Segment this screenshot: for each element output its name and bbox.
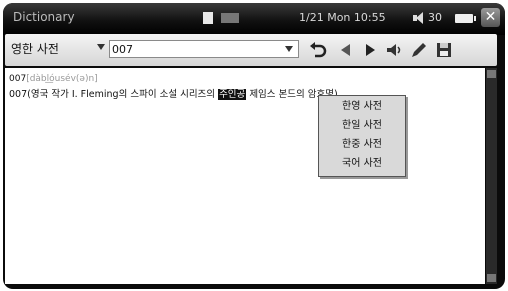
definition-text[interactable]: 007(영국 작가 I. Fleming의 스파이 소설 시리즈의 주인공 제임… [9, 86, 338, 100]
save-icon[interactable] [433, 39, 455, 61]
chevron-down-icon[interactable] [97, 44, 105, 50]
chevron-down-icon[interactable] [285, 46, 293, 52]
device-screen: Dictionary 1/21 Mon 10:55 30 ✕ 영한 사전 007… [3, 3, 505, 289]
menu-item-korean-dictionary[interactable]: 국어 사전 [319, 155, 405, 173]
play-icon[interactable] [359, 39, 381, 61]
menu-item-korean-english[interactable]: 한영 사전 [319, 98, 405, 116]
menu-item-korean-japanese[interactable]: 한일 사전 [319, 117, 405, 135]
previous-icon[interactable] [335, 39, 357, 61]
scroll-up-button[interactable] [487, 70, 496, 78]
menu-item-korean-chinese[interactable]: 한중 사전 [319, 136, 405, 154]
pen-icon[interactable] [407, 39, 429, 61]
dictionary-select[interactable]: 영한 사전 [11, 40, 59, 57]
battery-icon [455, 14, 476, 23]
toolbar: 영한 사전 [5, 34, 497, 66]
headword: 007[dàbl͟óusév(ə)n] [9, 74, 98, 84]
square-icon [203, 12, 213, 24]
progress-icon [221, 13, 239, 23]
app-title: Dictionary [13, 10, 75, 24]
headword-phonetic: [dàbl͟óusév(ə)n] [26, 74, 98, 84]
definition-before: 007(영국 작가 I. Fleming의 스파이 소설 시리즈의 [9, 89, 219, 100]
close-button[interactable]: ✕ [481, 8, 500, 27]
definition-panel[interactable]: 007[dàbl͟óusév(ə)n] 007(영국 작가 I. Fleming… [5, 68, 485, 284]
status-bar: Dictionary 1/21 Mon 10:55 30 ✕ [3, 3, 505, 35]
search-input[interactable] [112, 41, 282, 57]
selected-text[interactable]: 주인공 [218, 89, 247, 100]
dictionary-context-menu: 한영 사전 한일 사전 한중 사전 국어 사전 [318, 95, 406, 177]
datetime: 1/21 Mon 10:55 [299, 11, 386, 24]
volume-icon [413, 12, 425, 24]
undo-icon[interactable] [307, 39, 329, 61]
search-box[interactable] [109, 40, 299, 58]
speaker-icon[interactable] [383, 39, 405, 61]
headword-text: 007 [9, 74, 27, 84]
scrollbar[interactable] [486, 68, 497, 284]
scroll-down-button[interactable] [487, 274, 496, 282]
volume-level: 30 [428, 11, 442, 24]
